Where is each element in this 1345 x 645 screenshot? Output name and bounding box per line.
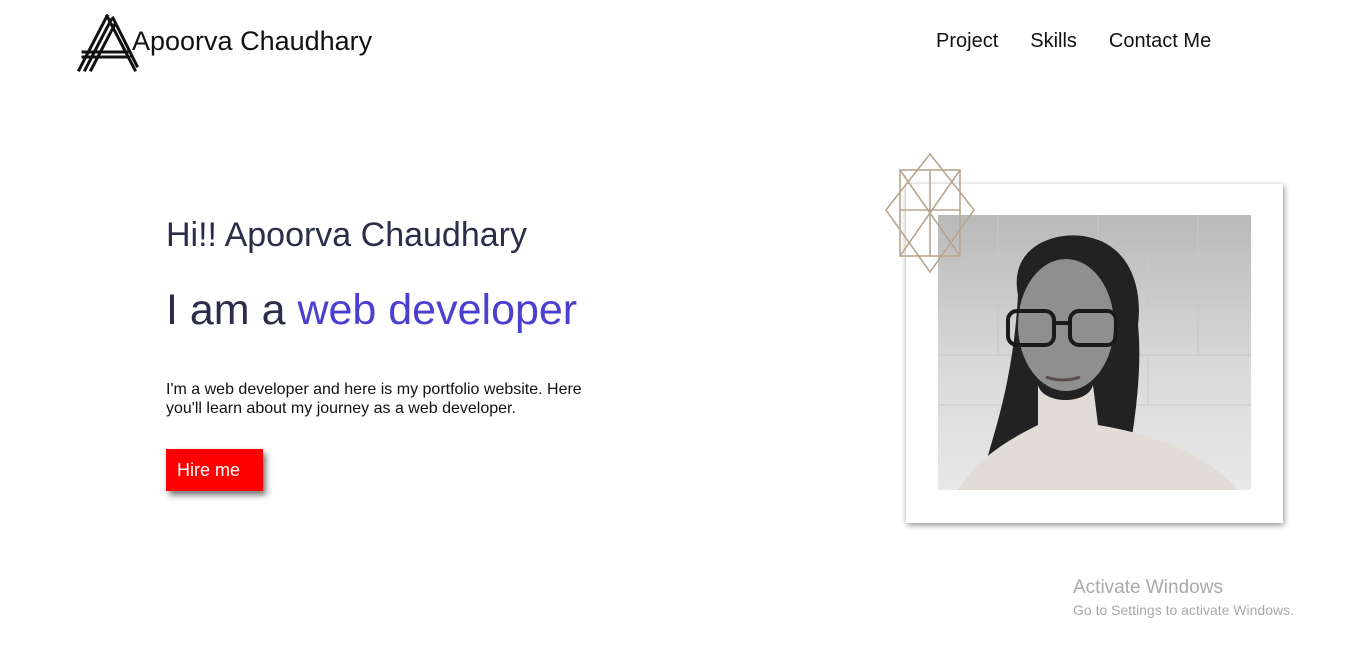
nav-contact-me[interactable]: Contact Me — [1109, 30, 1211, 53]
hero-description: I'm a web developer and here is my portf… — [166, 381, 582, 417]
hero-title: I am a web developer — [166, 286, 577, 335]
nav-project[interactable]: Project — [936, 30, 998, 53]
watermark-subtitle: Go to Settings to activate Windows. — [1073, 602, 1294, 618]
main-nav: Project Skills Contact Me — [936, 30, 1243, 53]
logo-text: Apoorva Chaudhary — [132, 26, 373, 56]
geometric-decoration-icon — [884, 152, 976, 274]
profile-photo — [938, 215, 1251, 490]
portfolio-page: Apoorva Chaudhary Project Skills Contact… — [0, 0, 1345, 645]
hire-me-button[interactable]: Hire me — [166, 449, 263, 491]
windows-activation-watermark: Activate Windows Go to Settings to activ… — [1073, 577, 1294, 618]
site-logo[interactable]: Apoorva Chaudhary — [76, 12, 372, 74]
watermark-title: Activate Windows — [1073, 577, 1223, 598]
hero-greeting: Hi!! Apoorva Chaudhary — [166, 216, 527, 254]
hero-title-accent: web developer — [297, 286, 578, 334]
hero-title-prefix: I am a — [166, 286, 298, 334]
logo-a-icon — [76, 12, 140, 74]
nav-skills[interactable]: Skills — [1030, 30, 1077, 53]
